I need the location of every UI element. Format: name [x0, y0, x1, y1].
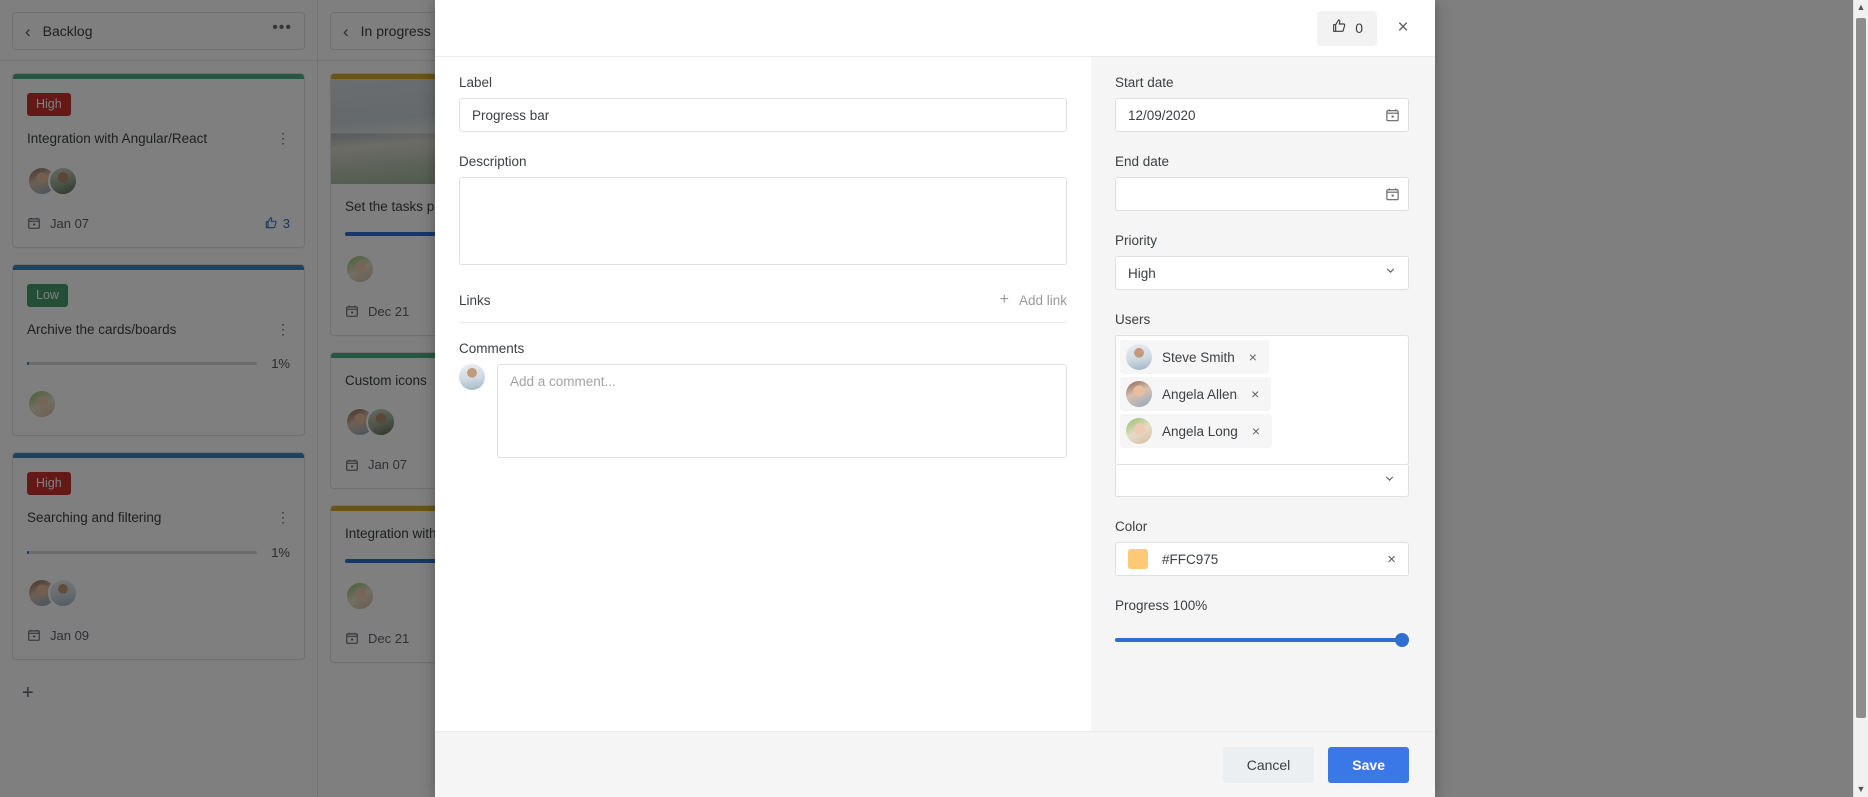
close-icon[interactable]: ×	[1383, 8, 1423, 48]
description-field-label: Description	[459, 154, 527, 169]
user-chip[interactable]: Angela Long ×	[1120, 414, 1273, 448]
avatar	[1126, 344, 1152, 370]
users-list: Steve Smith × Angela Allen × Angela Long…	[1115, 335, 1409, 465]
scroll-down-icon[interactable]: ▼	[1854, 782, 1868, 797]
avatar	[459, 364, 485, 390]
slider-thumb[interactable]	[1395, 633, 1409, 647]
user-name: Angela Long	[1162, 423, 1238, 439]
comment-input[interactable]	[497, 364, 1067, 458]
comments-section: Comments	[459, 323, 1067, 458]
start-date-group: Start date	[1115, 75, 1409, 132]
progress-group: Progress 100%	[1115, 598, 1409, 647]
chevron-down-icon	[1383, 472, 1396, 490]
users-group: Users Steve Smith × Angela Allen × Angel…	[1115, 312, 1409, 497]
color-label: Color	[1115, 519, 1148, 534]
end-date-group: End date	[1115, 154, 1409, 211]
scrollbar-thumb[interactable]	[1856, 18, 1866, 718]
links-label: Links	[459, 292, 491, 308]
start-date-input[interactable]	[1115, 98, 1409, 132]
user-chip[interactable]: Angela Allen ×	[1120, 377, 1272, 411]
scroll-up-icon[interactable]: ▲	[1854, 0, 1868, 15]
calendar-icon[interactable]	[1385, 187, 1400, 202]
slider-fill	[1115, 638, 1409, 642]
comments-label: Comments	[459, 341, 525, 356]
end-date-label: End date	[1115, 154, 1170, 169]
links-section: Links + Add link	[459, 292, 1067, 323]
description-field-group: Description	[459, 154, 1067, 270]
like-count: 0	[1355, 20, 1363, 36]
modal-header: 0 ×	[435, 0, 1435, 56]
progress-label: Progress 100%	[1115, 598, 1208, 613]
like-button[interactable]: 0	[1317, 10, 1377, 46]
remove-user-icon[interactable]: ×	[1249, 349, 1257, 365]
add-user-select[interactable]	[1115, 465, 1409, 497]
modal-body: Label Description Links + Add link Comme…	[435, 56, 1435, 731]
color-swatch	[1128, 549, 1148, 569]
priority-select[interactable]	[1115, 256, 1409, 290]
users-label: Users	[1115, 312, 1151, 327]
label-field-label: Label	[459, 75, 493, 90]
plus-icon: +	[999, 291, 1009, 308]
color-value: #FFC975	[1162, 551, 1219, 567]
clear-color-icon[interactable]: ×	[1387, 551, 1396, 568]
user-chip[interactable]: Steve Smith ×	[1120, 340, 1269, 374]
cancel-button[interactable]: Cancel	[1222, 746, 1315, 783]
color-group: Color #FFC975 ×	[1115, 519, 1409, 576]
description-textarea[interactable]	[459, 177, 1067, 265]
label-input[interactable]	[459, 98, 1067, 132]
start-date-label: Start date	[1115, 75, 1174, 90]
add-link-label: Add link	[1018, 292, 1067, 308]
modal-right-pane: Start date End date	[1091, 57, 1435, 731]
comment-input-row	[459, 364, 1067, 458]
end-date-input[interactable]	[1115, 177, 1409, 211]
modal-footer: Cancel Save	[435, 731, 1435, 797]
modal-left-pane: Label Description Links + Add link Comme…	[435, 57, 1091, 731]
thumbs-up-icon	[1331, 18, 1347, 39]
color-field[interactable]: #FFC975 ×	[1115, 542, 1409, 576]
label-field-group: Label	[459, 75, 1067, 132]
add-link-button[interactable]: + Add link	[1000, 292, 1067, 308]
avatar	[1126, 418, 1152, 444]
user-name: Steve Smith	[1162, 349, 1235, 365]
page-scrollbar[interactable]: ▲ ▼	[1853, 0, 1868, 797]
remove-user-icon[interactable]: ×	[1252, 423, 1260, 439]
progress-slider[interactable]	[1115, 633, 1409, 647]
user-name: Angela Allen	[1162, 386, 1238, 402]
priority-label: Priority	[1115, 233, 1158, 248]
calendar-icon[interactable]	[1385, 108, 1400, 123]
remove-user-icon[interactable]: ×	[1251, 386, 1259, 402]
save-button[interactable]: Save	[1328, 746, 1409, 783]
avatar	[1126, 381, 1152, 407]
priority-group: Priority	[1115, 233, 1409, 290]
task-detail-modal: 0 × Label Description Links + Add link	[435, 0, 1435, 797]
